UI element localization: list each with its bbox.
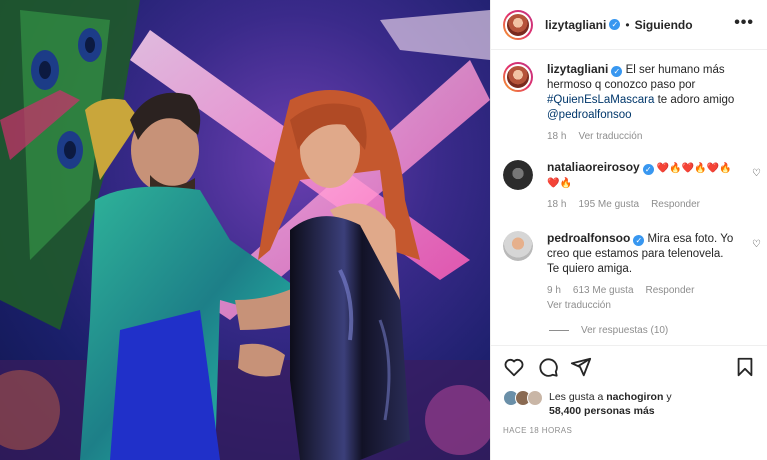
likes-prefix: Les gusta a [549,391,604,403]
comment-translate: Ver traducción [547,300,763,311]
verified-badge-icon: ✓ [609,19,621,30]
comment-item: nataliaoreirosoy ✓ ❤️🔥❤️🔥❤️🔥❤️🔥 18 h 195 … [503,160,763,210]
comment-item: pedroalfonsoo ✓ Mira esa foto. Yo creo qu… [503,231,763,311]
post-timestamp[interactable]: HACE 18 HORAS [503,426,572,435]
likes-text: Les gusta a nachogiron y 58,400 personas… [549,390,672,418]
commenter-username[interactable]: nataliaoreirosoy [547,160,640,174]
comment-meta: 9 h 613 Me gusta Responder [547,285,763,296]
header-separator: • [625,17,630,32]
liker-username[interactable]: nachogiron [606,391,663,403]
commenter-avatar[interactable] [503,160,533,190]
caption-username[interactable]: lizytagliani [547,62,608,76]
like-heart-icon[interactable] [503,356,525,378]
caption-avatar[interactable] [503,62,533,92]
action-bar [491,345,767,389]
comment-time[interactable]: 18 h [547,199,566,210]
likes-suffix: y [666,391,672,403]
verified-badge-icon: ✓ [642,164,654,175]
more-options-icon[interactable]: ••• [734,14,754,32]
comment-text: nataliaoreirosoy ✓ ❤️🔥❤️🔥❤️🔥❤️🔥 [547,160,739,191]
reply-link[interactable]: Responder [651,199,700,210]
like-comment-heart-icon[interactable]: ♡ [752,168,761,179]
stage-photo-illustration [0,0,490,460]
post-side-panel: lizytagliani ✓ • Siguiendo ••• lizytagli… [490,0,767,460]
commenter-username[interactable]: pedroalfonsoo [547,231,630,245]
replies-divider [549,330,569,331]
caption-translate-link[interactable]: Ver traducción [578,131,642,142]
likes-count[interactable]: 58,400 personas más [549,405,655,417]
caption-body-2: te adoro amigo [657,94,735,106]
author-username[interactable]: lizytagliani [545,18,606,32]
share-icon[interactable] [570,356,592,378]
view-replies-button[interactable]: Ver respuestas (10) [549,325,668,336]
comment-text: pedroalfonsoo ✓ Mira esa foto. Yo creo qu… [547,231,737,277]
verified-badge-icon: ✓ [611,66,623,77]
post-caption: lizytagliani ✓ El ser humano más hermoso … [503,62,763,142]
post-header: lizytagliani ✓ • Siguiendo ••• [491,0,767,50]
mention-link[interactable]: @pedroalfonsoo [547,109,632,121]
comment-meta: 18 h 195 Me gusta Responder [547,199,763,210]
comment-translate-link[interactable]: Ver traducción [547,300,611,311]
verified-badge-icon: ✓ [633,235,645,246]
comment-likes[interactable]: 613 Me gusta [573,285,634,296]
liker-avatars [503,390,545,408]
hashtag-link[interactable]: #QuienEsLaMascara [547,94,654,106]
comment-likes[interactable]: 195 Me gusta [578,199,639,210]
post-photo[interactable] [0,0,490,460]
like-comment-heart-icon[interactable]: ♡ [752,239,761,250]
commenter-avatar[interactable] [503,231,533,261]
caption-time[interactable]: 18 h [547,131,566,142]
comment-time[interactable]: 9 h [547,285,561,296]
comment-icon[interactable] [537,356,559,378]
liker-avatar [527,390,543,406]
likes-summary[interactable]: Les gusta a nachogiron y 58,400 personas… [503,390,672,418]
author-avatar[interactable] [503,9,533,40]
reply-link[interactable]: Responder [646,285,695,296]
save-bookmark-icon[interactable] [734,356,756,378]
caption-text: lizytagliani ✓ El ser humano más hermoso … [547,62,763,123]
following-button[interactable]: Siguiendo [635,18,693,32]
caption-meta: 18 h Ver traducción [547,131,763,142]
view-replies-label: Ver respuestas (10) [581,325,669,336]
